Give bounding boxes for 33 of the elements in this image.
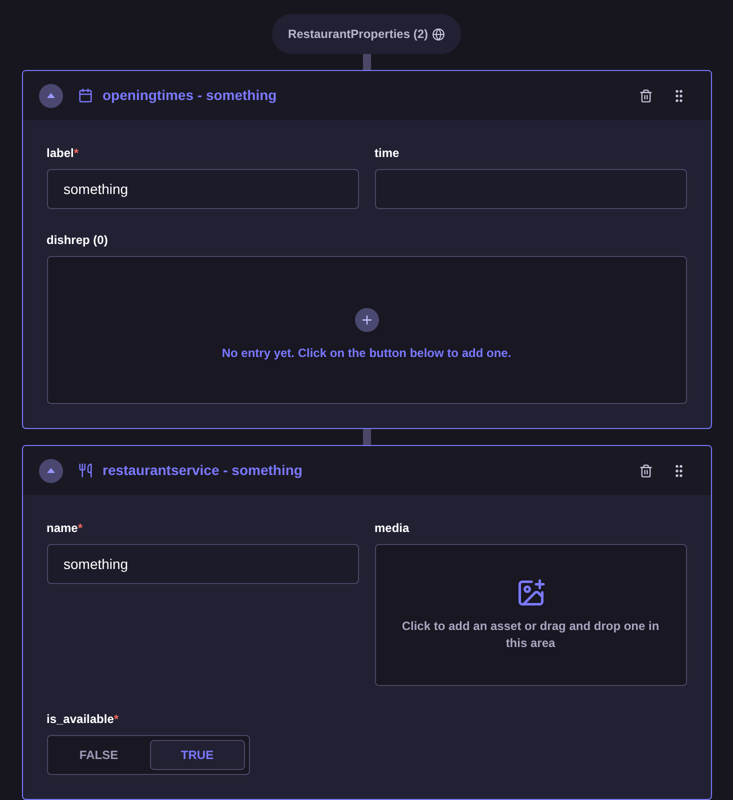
plus-icon <box>360 313 374 327</box>
card-title: openingtimes - something <box>102 86 277 105</box>
trash-icon[interactable] <box>638 88 652 102</box>
required-mark: * <box>114 711 119 728</box>
node-label: RestaurantProperties (2) <box>288 26 428 43</box>
media-dropzone[interactable]: Click to add an asset or drag and drop one in this area <box>374 544 686 686</box>
required-mark: * <box>74 145 79 162</box>
dropzone-hint: Click to add an asset or drag and drop one in this area <box>400 618 660 652</box>
root-node[interactable]: RestaurantProperties (2) <box>272 14 462 54</box>
text-field[interactable]: something <box>46 544 358 584</box>
text-field[interactable]: something <box>46 169 358 209</box>
empty-message: No entry yet. Click on the button below to add one. <box>222 345 512 362</box>
add-button[interactable] <box>354 308 378 332</box>
add-image-icon <box>516 578 546 608</box>
globe-icon <box>432 28 446 40</box>
field-label: label <box>46 145 74 162</box>
field-label: is_available <box>46 711 114 728</box>
field-label: media <box>374 520 410 537</box>
collapse-button[interactable] <box>38 458 62 482</box>
toggle-option[interactable]: FALSE <box>52 740 146 770</box>
trash-icon[interactable] <box>638 464 652 478</box>
caret-icon <box>46 468 54 473</box>
field-label: time <box>374 145 400 162</box>
text-field[interactable] <box>374 169 686 209</box>
fork-knife-icon <box>78 463 92 478</box>
calendar-icon <box>78 88 92 103</box>
toggle-option[interactable]: TRUE <box>150 740 244 770</box>
caret-icon <box>46 93 54 98</box>
required-mark: * <box>78 520 83 537</box>
field-label: dishrep (0) <box>46 232 108 249</box>
collapse-button[interactable] <box>38 84 62 108</box>
field-label: name <box>46 520 78 537</box>
card-title: restaurantservice - something <box>102 461 302 480</box>
